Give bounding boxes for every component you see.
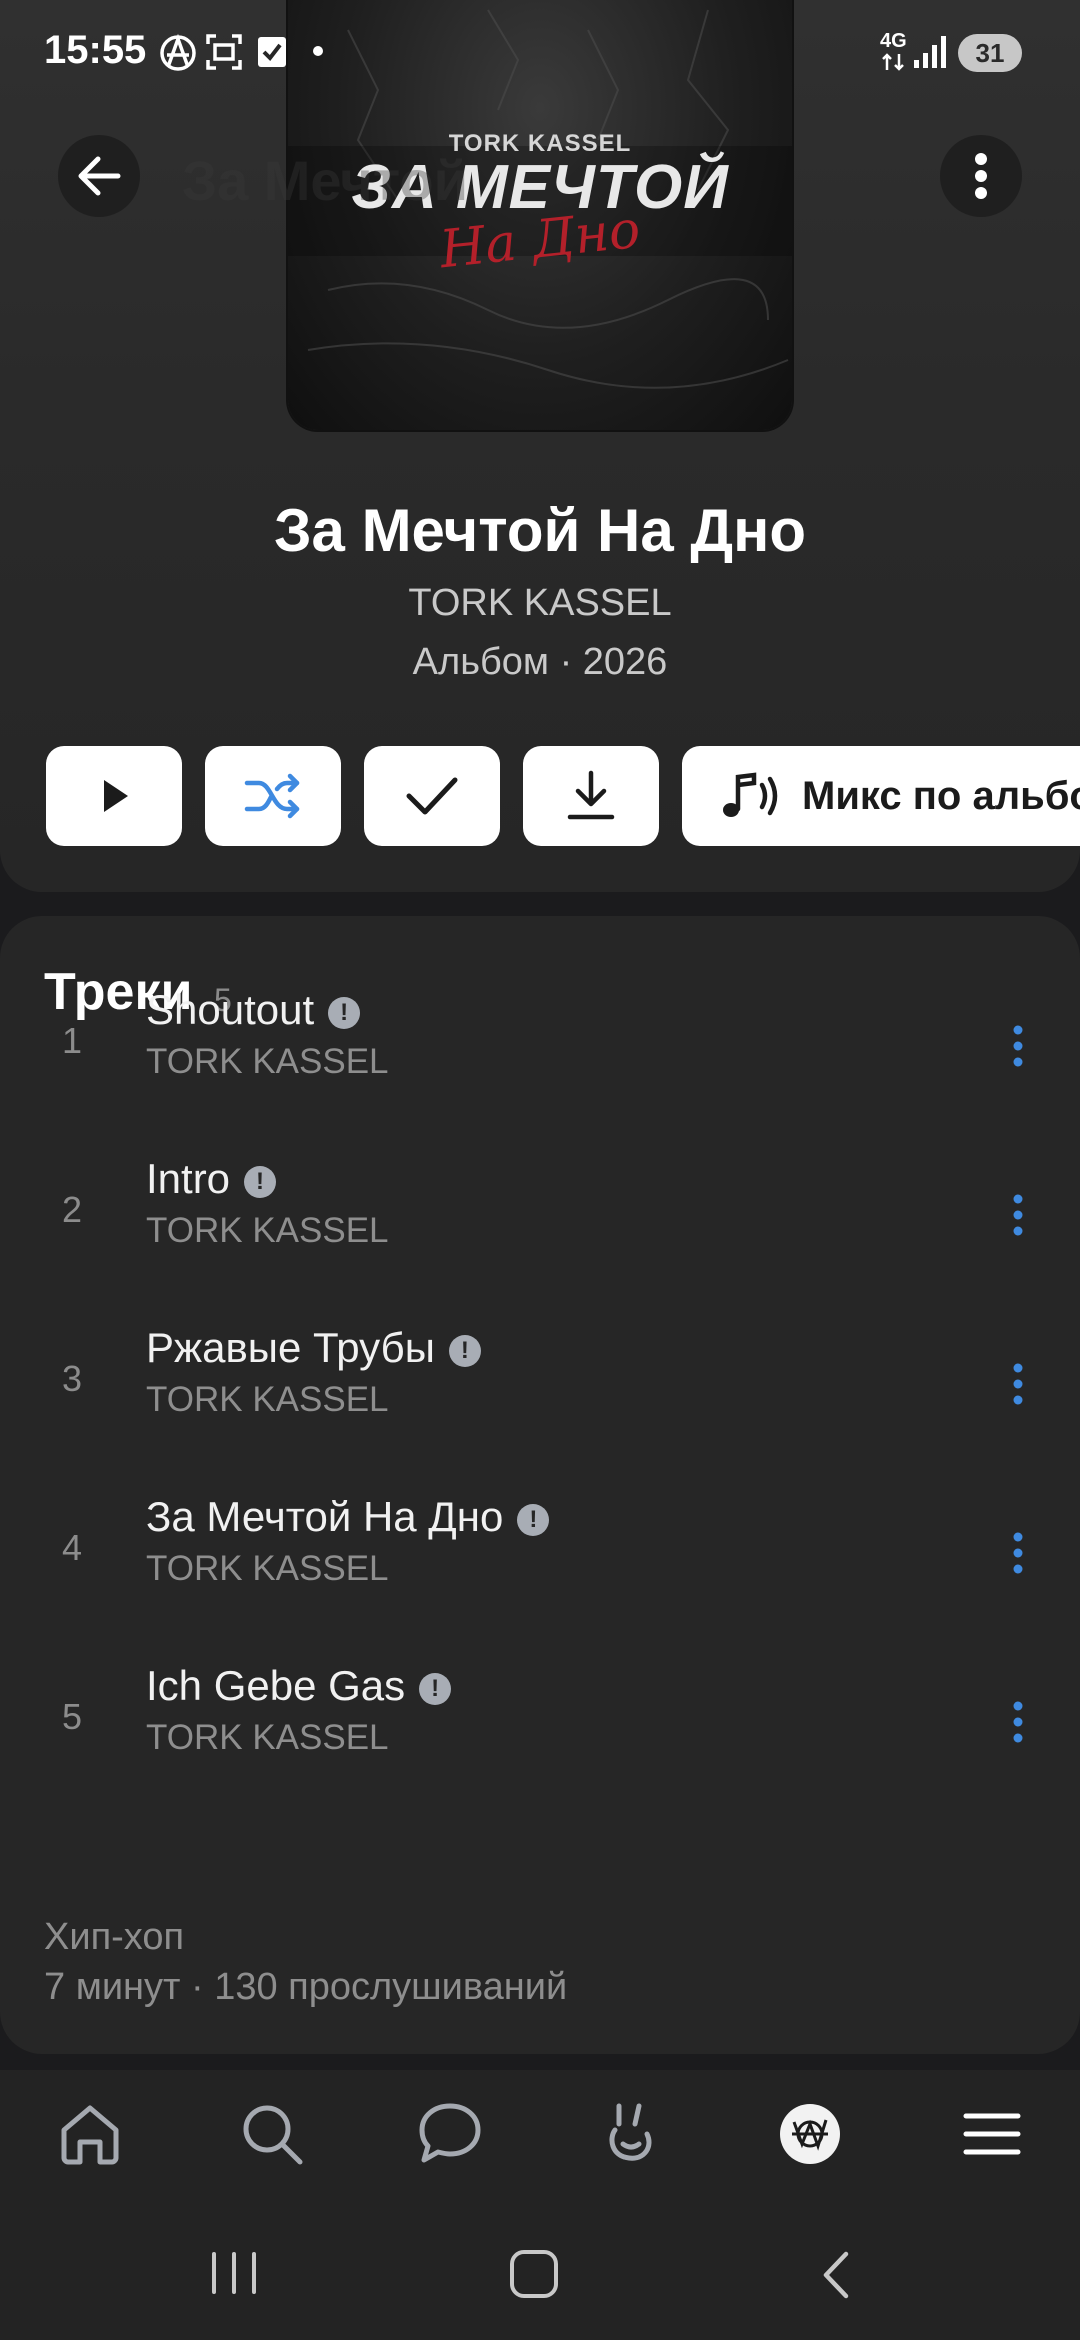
clipboard-check-icon [258,37,286,67]
track-title: Ржавые Трубы [146,1324,435,1371]
download-button[interactable] [523,746,659,846]
track-row[interactable]: 3 Ржавые Трубы! TORK KASSEL [0,1306,1080,1476]
album-artist-link[interactable]: TORK KASSEL [0,582,1080,625]
screenshot-icon [206,34,242,70]
status-time: 15:55 [44,28,147,72]
track-title: За Мечтой На Дно [146,1493,504,1540]
track-row[interactable]: 4 За Мечтой На Дно! TORK KASSEL [0,1475,1080,1645]
download-icon [567,770,615,820]
track-more-icon[interactable] [1006,1354,1030,1414]
clips-icon[interactable] [597,2100,665,2168]
explicit-icon: ! [419,1673,452,1705]
track-number: 5 [62,1696,83,1737]
signal-icon [914,36,946,68]
status-bar: 15:55 4G 31 [0,0,1080,104]
explicit-icon: ! [244,1166,277,1198]
album-mix-label: Микс по альбому [802,774,1080,818]
track-row[interactable]: 2 Intro! TORK KASSEL [0,1137,1080,1307]
network-type: 4G [880,30,907,52]
play-button[interactable] [46,746,182,846]
track-title-line: Ich Gebe Gas! [146,1662,452,1710]
track-title: Shoutout [146,986,315,1033]
check-icon [406,777,458,815]
system-back-icon[interactable] [816,2248,856,2302]
track-title-line: За Мечтой На Дно! [146,1493,550,1541]
shuffle-button[interactable] [205,746,341,846]
explicit-icon: ! [448,1335,481,1367]
track-title-line: Shoutout! [146,986,361,1034]
tracks-section: Треки 5 1 Shoutout! TORK KASSEL 2 Intro!… [0,916,1080,2054]
add-to-library-button[interactable] [364,746,500,846]
music-mix-icon [723,772,778,817]
header-ghost-title: За Мечтой [182,149,469,212]
track-row[interactable]: 1 Shoutout! TORK KASSEL [0,968,1080,1138]
more-vertical-icon [975,153,987,199]
track-number: 4 [62,1527,83,1568]
track-row[interactable]: 5 Ich Gebe Gas! TORK KASSEL [0,1644,1080,1814]
bottom-navigation [0,2070,1080,2208]
home-button-icon[interactable] [506,2246,562,2302]
album-stats: 7 минут · 130 прослушиваний [44,1966,568,2008]
track-more-icon[interactable] [1006,1523,1030,1583]
system-navigation-bar [0,2208,1080,2340]
search-icon[interactable] [238,2100,306,2168]
album-genre: Хип-хоп [44,1916,185,1958]
track-number: 3 [62,1358,83,1399]
profile-avatar[interactable] [780,2104,840,2164]
track-title: Intro [146,1155,231,1202]
track-artist: TORK KASSEL [146,1211,389,1250]
explicit-icon: ! [328,997,361,1029]
track-artist: TORK KASSEL [146,1718,389,1757]
album-header-section: TORK KASSEL ЗА МЕЧТОЙ На Дно За Мечтой З… [0,0,1080,892]
track-number: 2 [62,1189,83,1230]
track-artist: TORK KASSEL [146,1042,389,1081]
track-more-icon[interactable] [1006,1016,1030,1076]
track-more-icon[interactable] [1006,1692,1030,1752]
track-artist: TORK KASSEL [146,1549,389,1588]
back-button[interactable] [58,135,140,217]
menu-icon[interactable] [958,2100,1026,2168]
play-icon [104,780,128,812]
album-mix-button[interactable]: Микс по альбому [682,746,1080,846]
album-meta: Альбом · 2026 [412,641,668,683]
track-title-line: Ржавые Трубы! [146,1324,481,1372]
track-title-line: Intro! [146,1155,277,1203]
home-icon[interactable] [56,2100,124,2168]
anarchy-icon [160,33,196,71]
messages-icon[interactable] [416,2100,484,2168]
data-arrows-icon [882,53,904,71]
track-number: 1 [62,1020,83,1061]
battery-level: 31 [958,34,1022,72]
track-artist: TORK KASSEL [146,1380,389,1419]
notification-dot-icon [313,46,323,56]
explicit-icon: ! [517,1504,550,1536]
arrow-left-icon [78,156,121,196]
album-title: За Мечтой На Дно [273,497,807,564]
recent-apps-icon[interactable] [204,2248,264,2298]
avatar-icon [792,2119,828,2151]
shuffle-icon [244,773,300,819]
track-more-icon[interactable] [1006,1185,1030,1245]
track-title: Ich Gebe Gas [146,1662,406,1709]
more-options-button[interactable] [940,135,1022,217]
